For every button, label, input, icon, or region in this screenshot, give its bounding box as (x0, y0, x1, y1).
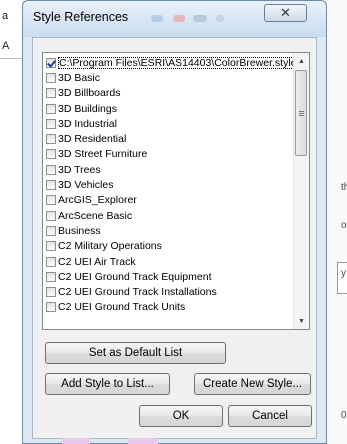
chevron-up-icon: ▲ (298, 57, 305, 65)
style-checkbox[interactable] (46, 72, 56, 83)
style-checkbox[interactable] (46, 164, 56, 175)
style-checkbox[interactable] (46, 287, 56, 298)
style-checkbox[interactable] (46, 271, 56, 282)
style-checkbox[interactable] (46, 225, 56, 236)
style-list-item[interactable]: 3D Residential (43, 131, 294, 146)
style-checkbox[interactable] (46, 256, 56, 267)
style-list-item[interactable]: ArcScene Basic (43, 208, 294, 223)
style-label: C2 UEI Ground Track Units (58, 301, 186, 314)
style-list-item[interactable]: 3D Street Furniture (43, 147, 294, 162)
scroll-down-button[interactable]: ▼ (294, 313, 309, 329)
style-checkbox[interactable] (46, 180, 56, 191)
style-checkbox[interactable] (46, 88, 56, 99)
style-list-item[interactable]: 3D Basic (43, 70, 294, 85)
scroll-up-button[interactable]: ▲ (294, 53, 309, 69)
style-label: 3D Basic (58, 71, 101, 84)
style-list-items: C:\Program Files\ESRI\AS14403\ColorBrewe… (43, 55, 294, 315)
style-label: ArcGIS_Explorer (58, 194, 137, 207)
style-checkbox[interactable] (46, 302, 56, 313)
scroll-thumb[interactable] (295, 70, 307, 156)
background-left-panel: a A (0, 0, 22, 444)
set-default-list-button[interactable]: Set as Default List (45, 342, 226, 364)
style-label: C2 Military Operations (58, 240, 162, 253)
style-label: 3D Trees (58, 163, 101, 176)
background-text: A (2, 40, 10, 52)
style-checkbox[interactable] (46, 57, 56, 68)
style-list-item[interactable]: 3D Vehicles (43, 177, 294, 192)
style-list-item[interactable]: C:\Program Files\ESRI\AS14403\ColorBrewe… (43, 55, 294, 70)
style-list-item[interactable]: C2 UEI Ground Track Installations (43, 284, 294, 299)
style-checkbox[interactable] (46, 241, 56, 252)
grip-line (299, 111, 304, 112)
style-label: C2 UEI Ground Track Installations (58, 286, 217, 299)
style-label: C2 UEI Ground Track Equipment (58, 270, 212, 283)
style-checkbox[interactable] (46, 134, 56, 145)
title-decoration (173, 15, 185, 22)
style-label: ArcScene Basic (58, 209, 133, 222)
background-text: y (341, 268, 346, 279)
title-bar[interactable]: Style References ✕ (23, 1, 326, 37)
dialog-body: C:\Program Files\ESRI\AS14403\ColorBrewe… (32, 37, 317, 439)
style-checkbox[interactable] (46, 118, 56, 129)
title-decoration (216, 15, 224, 22)
style-label: C2 UEI Air Track (58, 255, 136, 268)
add-style-button[interactable]: Add Style to List... (45, 373, 170, 395)
background-text: th (341, 182, 347, 193)
create-new-style-button[interactable]: Create New Style... (194, 373, 311, 395)
dialog-title: Style References (33, 10, 129, 24)
background-text: 0 (341, 410, 347, 421)
style-label: 3D Industrial (58, 117, 117, 130)
style-list-item[interactable]: C2 UEI Ground Track Units (43, 300, 294, 315)
background-text: or (341, 220, 347, 231)
grip-line (299, 115, 304, 116)
style-label: 3D Billboards (58, 87, 121, 100)
background-divider (0, 58, 22, 59)
style-list[interactable]: C:\Program Files\ESRI\AS14403\ColorBrewe… (42, 52, 310, 330)
style-list-item[interactable]: 3D Billboards (43, 86, 294, 101)
background-right-panel: th or y 0 (327, 0, 347, 444)
close-icon: ✕ (280, 5, 291, 20)
style-list-item[interactable]: ArcGIS_Explorer (43, 193, 294, 208)
style-list-item[interactable]: C2 UEI Air Track (43, 254, 294, 269)
style-label: 3D Vehicles (58, 179, 114, 192)
style-label: 3D Street Furniture (58, 148, 148, 161)
style-checkbox[interactable] (46, 103, 56, 114)
style-references-dialog: Style References ✕ C:\Program Files\ESRI… (22, 0, 327, 444)
background-decoration (128, 438, 158, 444)
background-decoration (62, 438, 90, 444)
chevron-down-icon: ▼ (298, 317, 305, 325)
style-list-item[interactable]: 3D Industrial (43, 116, 294, 131)
style-label: C:\Program Files\ESRI\AS14403\ColorBrewe… (58, 56, 294, 69)
title-decoration (193, 15, 207, 22)
style-list-item[interactable]: C2 Military Operations (43, 239, 294, 254)
style-label: 3D Buildings (58, 102, 117, 115)
style-label: Business (58, 224, 101, 237)
style-list-item[interactable]: Business (43, 223, 294, 238)
cancel-button[interactable]: Cancel (228, 405, 312, 427)
title-decoration (151, 15, 163, 22)
style-checkbox[interactable] (46, 195, 56, 206)
ok-button[interactable]: OK (139, 405, 223, 427)
style-checkbox[interactable] (46, 210, 56, 221)
close-button[interactable]: ✕ (264, 4, 307, 22)
style-list-item[interactable]: C2 UEI Ground Track Equipment (43, 269, 294, 284)
style-label: 3D Residential (58, 133, 127, 146)
grip-line (299, 113, 304, 114)
style-list-item[interactable]: 3D Buildings (43, 101, 294, 116)
vertical-scrollbar[interactable]: ▲ ▼ (293, 53, 309, 329)
style-checkbox[interactable] (46, 149, 56, 160)
background-text: a (2, 10, 9, 22)
style-list-item[interactable]: 3D Trees (43, 162, 294, 177)
